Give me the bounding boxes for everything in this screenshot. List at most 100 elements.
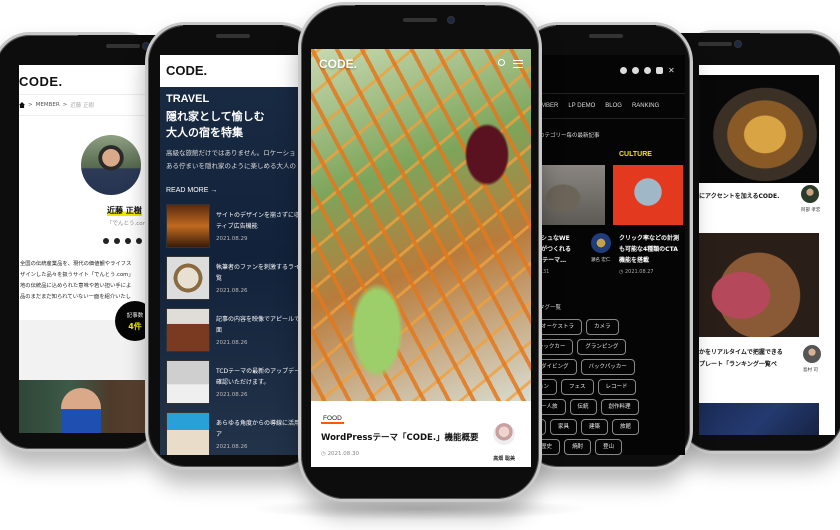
tag-button[interactable]: 登山 xyxy=(595,439,623,455)
post-date: 2021.08.26 xyxy=(216,392,248,398)
tag-button[interactable]: 焼酎 xyxy=(564,439,592,455)
title-line: 隠れ家として愉しむ xyxy=(166,110,265,123)
post-title[interactable]: にアクセントを加えるCODE. xyxy=(699,191,779,200)
nav-lp-demo[interactable]: LP DEMO xyxy=(568,103,595,109)
home-icon[interactable] xyxy=(19,102,25,108)
post-date: 2021.08.29 xyxy=(216,236,248,242)
tag-row: クラシックカーグランピング xyxy=(535,339,685,355)
list-item[interactable]: あらゆる角度からの導線に活用ア 2021.08.26 xyxy=(166,412,310,455)
site-logo[interactable]: CODE. xyxy=(19,65,149,95)
phone-travel-page: CODE. TRAVEL 隠れ家として愉しむ 大人の宿を特集 高級な旅館だけでは… xyxy=(145,22,320,470)
article-title[interactable]: WordPressテーマ「CODE.」機能概要 xyxy=(321,431,479,443)
author-avatar[interactable] xyxy=(803,345,821,363)
tag-row: 一人旅 伝統 創作料理 xyxy=(535,399,685,415)
post-thumbnail xyxy=(166,204,210,248)
date-text: 2021.08.30 xyxy=(327,451,360,457)
post-thumbnail[interactable] xyxy=(613,165,683,225)
tag-cloud: オーケストラカメラクラシックカーグランピングダイビングバックパッカーッションフェ… xyxy=(535,319,685,455)
tag-row: 宗教家具建築旅館 xyxy=(535,419,685,435)
phone-food-article: CODE. FOOD WordPressテーマ「CODE.」機能概要 ◷ 202… xyxy=(298,2,542,502)
list-item[interactable]: サイトのデザインを崩さずに収 ティブ広告機能 2021.08.29 xyxy=(166,204,310,256)
tag-button[interactable]: 建築 xyxy=(581,419,609,435)
list-item[interactable]: 記事の内容を映像でアピールで面 2021.08.26 xyxy=(166,308,310,360)
hero-image[interactable] xyxy=(311,49,531,401)
author-avatar[interactable] xyxy=(591,233,611,253)
post-title: 覧 xyxy=(216,275,223,282)
post-title: TCDテーマの最新のアップデー xyxy=(216,368,301,375)
facebook-icon[interactable] xyxy=(125,238,131,244)
facebook-icon[interactable] xyxy=(644,67,651,74)
breadcrumb-member[interactable]: MEMBER xyxy=(36,102,60,108)
tag-button[interactable]: 家具 xyxy=(550,419,578,435)
author-avatar[interactable] xyxy=(493,423,515,445)
title-line: クリック率などの計測 xyxy=(619,235,680,242)
lead-line: 高級な旅館だけではありません。ロケーショ xyxy=(166,149,296,157)
feature-title[interactable]: 隠れ家として愉しむ 大人の宿を特集 xyxy=(160,105,310,141)
instagram-icon[interactable] xyxy=(103,238,109,244)
author-name[interactable]: 島村 司 xyxy=(803,367,818,373)
tag-row: オーケストラ カメラ xyxy=(535,319,685,335)
post-thumbnail[interactable] xyxy=(535,165,605,225)
youtube-icon[interactable] xyxy=(656,67,663,74)
list-item[interactable]: TCDテーマの最新のアップデー 確認いただけます。 2021.08.26 xyxy=(166,360,310,412)
post-title[interactable]: クリック率などの計測 も可能な4種類のCTA 機能を搭載 xyxy=(619,233,679,266)
instagram-icon[interactable] xyxy=(620,67,627,74)
post-date: 2021.08.26 xyxy=(216,444,248,450)
article-count-badge: 記事数 4件 xyxy=(115,301,149,341)
title-line: 大人の宿を特集 xyxy=(166,126,243,139)
member-name: 近藤 正樹 xyxy=(107,205,142,216)
read-more-link[interactable]: READ MORE → xyxy=(160,173,310,194)
tag-button[interactable]: カメラ xyxy=(586,319,619,335)
post-date: 2021.08.26 xyxy=(216,288,248,294)
description-line: 全国の伝統産業品を、現代の価値観やライフス xyxy=(20,261,132,267)
nav-ranking[interactable]: RANKING xyxy=(632,103,659,109)
tag-button[interactable]: フェス xyxy=(561,379,594,395)
article-date: ◷ 2021.08.30 xyxy=(321,451,360,457)
twitter-icon[interactable] xyxy=(114,238,120,244)
post-title[interactable]: かをリアルタイムで把握できる プレート「ランキング一覧ペ xyxy=(699,347,783,371)
author-name[interactable]: 高畑 聡美 xyxy=(493,455,515,462)
author-name[interactable]: 瀬名 宏仁 xyxy=(591,257,610,263)
tags-title: タグ一覧 xyxy=(539,305,562,311)
close-icon[interactable]: ✕ xyxy=(668,67,675,75)
category-label: TRAVEL xyxy=(166,93,210,105)
pinterest-icon[interactable] xyxy=(136,238,142,244)
phone-dark-home: ✕ MEMBER LP DEMO BLOG RANKING カテゴリー毎の最新記… xyxy=(518,22,693,470)
author-avatar[interactable] xyxy=(801,185,819,203)
breadcrumb-current: 近藤 正樹 xyxy=(70,103,95,109)
post-list: サイトのデザインを崩さずに収 ティブ広告機能 2021.08.29 執筆者のファンを… xyxy=(160,194,310,455)
site-logo[interactable]: CODE. xyxy=(319,57,357,71)
post-thumbnail[interactable] xyxy=(699,75,819,183)
article-card[interactable]: FOOD WordPressテーマ「CODE.」機能概要 ◷ 2021.08.3… xyxy=(311,401,531,467)
member-description: 全国の伝統産業品を、現代の価値観やライフス ザインした品々を扱うサイト「でんとう… xyxy=(20,259,149,303)
phone-ranking-page: にアクセントを加えるCODE. 阿部 孝宏 かをリアルタイムで把握できる プレー… xyxy=(670,30,840,454)
menu-icon[interactable] xyxy=(513,60,523,68)
title-line: かをリアルタイムで把握できる xyxy=(699,349,783,356)
post-thumbnail[interactable] xyxy=(699,403,819,435)
author-name[interactable]: 阿部 孝宏 xyxy=(801,207,820,213)
category-label[interactable]: FOOD xyxy=(321,415,344,424)
site-logo[interactable]: CODE. xyxy=(160,55,310,87)
twitter-icon[interactable] xyxy=(632,67,639,74)
list-item[interactable]: 執筆者のファンを刺激するライ覧 2021.08.26 xyxy=(166,256,310,308)
food-screen: CODE. FOOD WordPressテーマ「CODE.」機能概要 ◷ 202… xyxy=(311,49,531,467)
tag-button[interactable]: 伝統 xyxy=(569,399,597,415)
tag-button[interactable]: 創作料理 xyxy=(600,399,639,415)
tag-button[interactable]: 旅館 xyxy=(612,419,640,435)
profile-screen: CODE. > MEMBER > 近藤 正樹 近藤 正樹 「でんとう.com」代… xyxy=(19,65,149,433)
dark-screen: ✕ MEMBER LP DEMO BLOG RANKING カテゴリー毎の最新記… xyxy=(535,55,685,455)
post-thumbnail[interactable] xyxy=(699,233,819,337)
nav-blog[interactable]: BLOG xyxy=(605,103,622,109)
tag-button[interactable]: グランピング xyxy=(577,339,627,355)
search-icon[interactable] xyxy=(498,59,505,66)
tag-button[interactable]: オーケストラ xyxy=(535,319,583,335)
feature-lead: 高級な旅館だけではありません。ロケーショ ある佇まいを隠れ家のように楽しめる大人… xyxy=(160,141,310,173)
lead-line: ある佇まいを隠れ家のように楽しめる大人の xyxy=(166,162,296,170)
phone-notch xyxy=(555,25,656,47)
tag-row: 歴史 焼酎 登山 xyxy=(535,439,685,455)
tag-button[interactable]: バックパッカー xyxy=(580,359,635,375)
category-label[interactable]: CULTURE xyxy=(619,151,652,158)
tag-button[interactable]: レコード xyxy=(597,379,636,395)
article-thumbnail[interactable] xyxy=(19,380,149,433)
post-title: 記事の内容を映像でアピールで xyxy=(216,316,301,323)
